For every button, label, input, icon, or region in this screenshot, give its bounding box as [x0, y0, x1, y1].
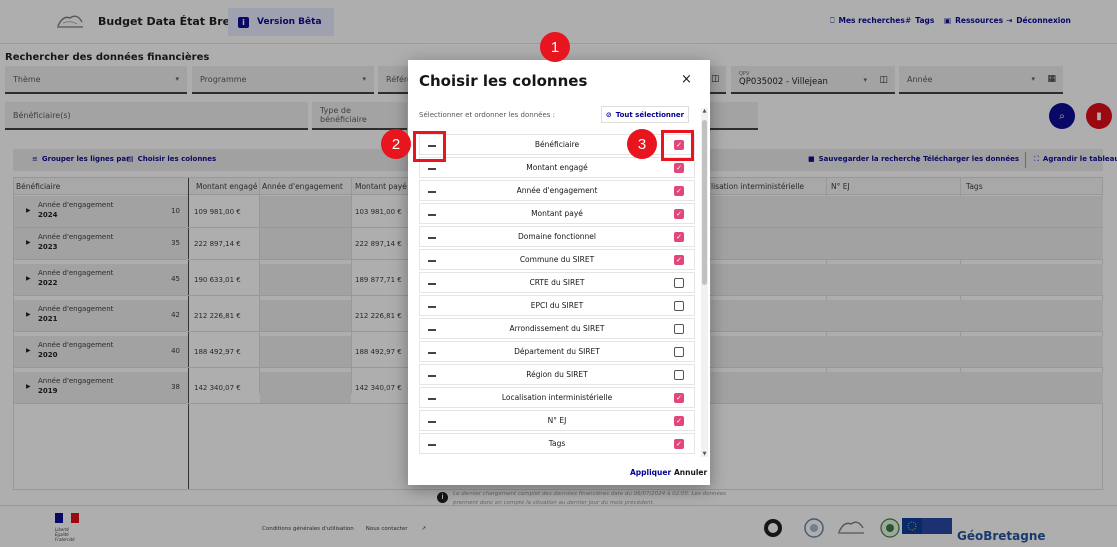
- column-option[interactable]: Domaine fonctionnel ✓: [419, 226, 695, 247]
- annotation-badge-2: 2: [381, 129, 411, 159]
- close-icon[interactable]: ×: [681, 72, 692, 87]
- column-option[interactable]: Région du SIRET: [419, 364, 695, 385]
- column-checkbox[interactable]: [674, 278, 684, 288]
- column-option-label: EPCI du SIRET: [530, 301, 584, 310]
- column-option[interactable]: Commune du SIRET ✓: [419, 249, 695, 270]
- column-option[interactable]: EPCI du SIRET: [419, 295, 695, 316]
- column-checkbox[interactable]: [674, 301, 684, 311]
- column-option-label: N° EJ: [547, 416, 567, 425]
- modal-scrollbar[interactable]: ▲ ▼: [701, 108, 708, 457]
- column-checkbox[interactable]: [674, 347, 684, 357]
- cancel-button[interactable]: Annuler: [674, 468, 707, 477]
- drag-handle-icon[interactable]: [428, 283, 436, 285]
- column-checkbox[interactable]: [674, 370, 684, 380]
- column-option[interactable]: Localisation interministérielle ✓: [419, 387, 695, 408]
- scroll-up-icon[interactable]: ▲: [701, 108, 708, 114]
- column-checkbox[interactable]: ✓: [674, 163, 684, 173]
- column-option-label: Département du SIRET: [514, 347, 600, 356]
- column-checkbox[interactable]: ✓: [674, 393, 684, 403]
- app: Budget Data État Bretagne i Version Bêta …: [0, 0, 1117, 547]
- highlight-checkbox: [661, 130, 694, 161]
- column-option[interactable]: Département du SIRET: [419, 341, 695, 362]
- column-option-label: Localisation interministérielle: [501, 393, 613, 402]
- choose-columns-modal: Choisir les colonnes × Sélectionner et o…: [408, 60, 710, 485]
- drag-handle-icon[interactable]: [428, 375, 436, 377]
- scrollbar-thumb[interactable]: [702, 120, 707, 285]
- modal-title: Choisir les colonnes: [419, 72, 588, 90]
- column-option-label: Arrondissement du SIRET: [509, 324, 605, 333]
- column-checkbox[interactable]: ✓: [674, 232, 684, 242]
- column-checkbox[interactable]: ✓: [674, 416, 684, 426]
- column-option-label: CRTE du SIRET: [529, 278, 585, 287]
- data-freshness-notice: i Le dernier chargement complet des donné…: [437, 490, 737, 508]
- drag-handle-icon[interactable]: [428, 191, 436, 193]
- column-checkbox[interactable]: ✓: [674, 186, 684, 196]
- check-circle-icon: ⊘: [605, 110, 612, 119]
- drag-handle-icon[interactable]: [428, 352, 436, 354]
- column-option-label: Année d'engagement: [516, 186, 598, 195]
- drag-handle-icon[interactable]: [428, 214, 436, 216]
- column-option[interactable]: N° EJ ✓: [419, 410, 695, 431]
- highlight-drag-handle: [413, 131, 446, 162]
- column-option-label: Commune du SIRET: [519, 255, 595, 264]
- column-option-label: Montant payé: [531, 209, 583, 218]
- apply-button[interactable]: Appliquer: [630, 468, 671, 477]
- column-option[interactable]: Année d'engagement ✓: [419, 180, 695, 201]
- drag-handle-icon[interactable]: [428, 421, 436, 423]
- select-all-button[interactable]: ⊘ Tout sélectionner: [601, 106, 689, 123]
- column-checkbox[interactable]: ✓: [674, 439, 684, 449]
- column-option[interactable]: Montant engagé ✓: [419, 157, 695, 178]
- info-icon: i: [437, 492, 448, 503]
- column-list: Bénéficiaire ✓ Montant engagé ✓ Année d'enga…: [419, 134, 695, 459]
- annotation-badge-3: 3: [627, 129, 657, 159]
- scroll-down-icon[interactable]: ▼: [701, 451, 708, 457]
- drag-handle-icon[interactable]: [428, 444, 436, 446]
- column-option[interactable]: Tags ✓: [419, 433, 695, 454]
- column-checkbox[interactable]: ✓: [674, 255, 684, 265]
- column-option[interactable]: Montant payé ✓: [419, 203, 695, 224]
- column-option-label: Tags: [548, 439, 566, 448]
- column-option-label: Région du SIRET: [526, 370, 588, 379]
- drag-handle-icon[interactable]: [428, 398, 436, 400]
- column-option-label: Domaine fonctionnel: [517, 232, 597, 241]
- column-option[interactable]: Arrondissement du SIRET: [419, 318, 695, 339]
- column-checkbox[interactable]: [674, 324, 684, 334]
- drag-handle-icon[interactable]: [428, 260, 436, 262]
- modal-subtitle: Sélectionner et ordonner les données :: [419, 111, 555, 119]
- drag-handle-icon[interactable]: [428, 306, 436, 308]
- notice-text: Le dernier chargement complet des donnée…: [453, 491, 727, 506]
- column-option[interactable]: CRTE du SIRET: [419, 272, 695, 293]
- column-option-label: Montant engagé: [526, 163, 588, 172]
- drag-handle-icon[interactable]: [428, 329, 436, 331]
- select-all-label: Tout sélectionner: [615, 110, 685, 119]
- drag-handle-icon[interactable]: [428, 168, 436, 170]
- annotation-badge-1: 1: [540, 32, 570, 62]
- column-checkbox[interactable]: ✓: [674, 209, 684, 219]
- drag-handle-icon[interactable]: [428, 237, 436, 239]
